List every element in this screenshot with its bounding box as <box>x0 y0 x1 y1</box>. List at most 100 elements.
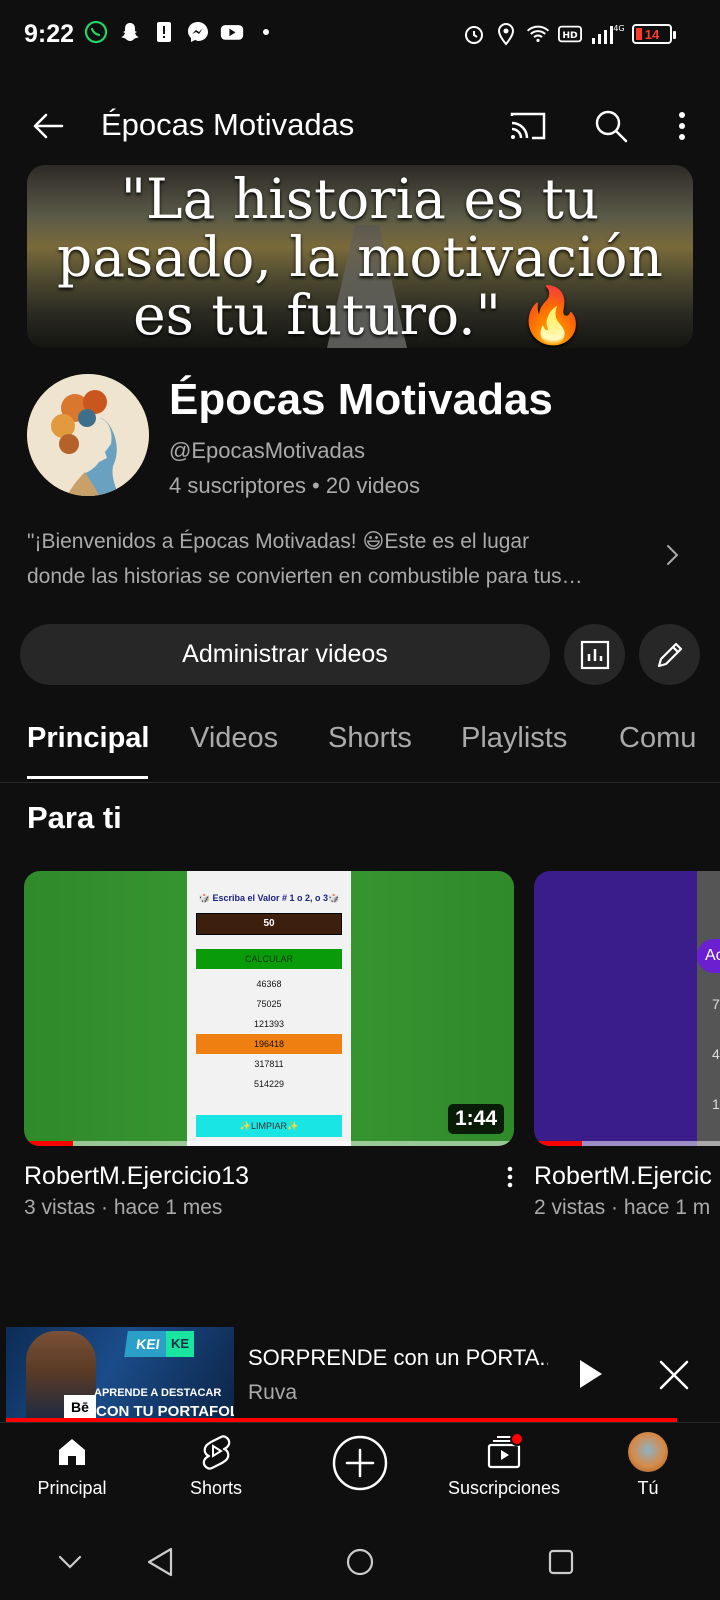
channel-tabs: Principal Videos Shorts Playlists Comu <box>0 700 720 782</box>
thumbnail-digit: 1 <box>712 1096 720 1112</box>
screen-row: 46368 <box>256 979 282 989</box>
nav-label: Shorts <box>189 1478 243 1498</box>
back-arrow-icon[interactable] <box>28 106 68 146</box>
screen-row: 121393 <box>253 1019 285 1029</box>
network-type: 4G <box>613 24 624 33</box>
description-line: donde las historias se convierten en com… <box>27 565 583 588</box>
shorts-icon <box>196 1432 236 1472</box>
bottom-navigation: Principal Shorts Suscripciones Tú <box>0 1424 720 1524</box>
battery-level <box>636 28 642 40</box>
location-icon <box>494 22 518 46</box>
thumbnail-logo: KE <box>166 1331 194 1357</box>
edit-pencil-icon <box>657 642 682 667</box>
collapse-chevron-icon[interactable] <box>50 1542 90 1582</box>
header-title: Épocas Motivadas <box>101 107 355 142</box>
cast-icon[interactable] <box>508 106 548 146</box>
mini-player[interactable]: KEI KE Bē APRENDE A DESTACAR CON TU PORT… <box>0 1325 720 1422</box>
snapchat-icon <box>118 20 142 44</box>
system-navigation-bar <box>0 1524 720 1600</box>
nav-item-you[interactable]: Tú <box>578 1432 718 1499</box>
screen-calc-button: CALCULAR <box>196 949 342 969</box>
status-notification-icons <box>84 20 278 44</box>
alarm-icon <box>462 22 486 46</box>
avatar <box>628 1432 668 1472</box>
video-meta: 2 vistas · hace 1 m <box>534 1196 711 1219</box>
nav-item-home[interactable]: Principal <box>2 1432 142 1499</box>
play-icon[interactable] <box>576 1356 606 1392</box>
screen-row: 317811 <box>254 1059 284 1069</box>
screen-input: 50 <box>196 913 342 935</box>
channel-banner: "La historia es tu pasado, la motivación… <box>27 165 693 348</box>
nav-item-shorts[interactable]: Shorts <box>146 1432 286 1499</box>
tab-playlists[interactable]: Playlists <box>461 722 567 755</box>
channel-name: Épocas Motivadas <box>169 375 553 424</box>
watch-progress <box>534 1141 582 1146</box>
banner-quote: "La historia es tu pasado, la motivación… <box>27 165 693 348</box>
hd-icon: HD <box>558 22 582 46</box>
status-bar: 9:22 HD 4G 14 <box>0 0 720 70</box>
mini-player-thumbnail[interactable]: KEI KE Bē APRENDE A DESTACAR CON TU PORT… <box>6 1327 234 1422</box>
signal-icon: 4G <box>590 22 624 46</box>
recents-square-icon[interactable] <box>541 1542 581 1582</box>
video-title[interactable]: RobertM.Ejercicio13 <box>24 1162 249 1191</box>
watch-progress-track <box>24 1141 514 1146</box>
nav-item-subscriptions[interactable]: Suscripciones <box>434 1432 574 1499</box>
video-thumbnail[interactable]: Ac 7 4 1 <box>534 871 720 1146</box>
channel-description[interactable]: "¡Bienvenidos a Épocas Motivadas! 😃Este … <box>27 524 647 594</box>
svg-text:HD: HD <box>562 30 578 41</box>
behance-logo: Bē <box>64 1395 96 1419</box>
tab-shorts[interactable]: Shorts <box>328 722 412 755</box>
screen-row: 514229 <box>253 1079 285 1089</box>
video-meta: 3 vistas · hace 1 mes <box>24 1196 223 1219</box>
video-thumbnail[interactable]: 🎲 Escriba el Valor # 1 o 2, o 3🎲 50 CALC… <box>24 871 514 1146</box>
status-system-icons: HD 4G 14 <box>462 22 676 46</box>
channel-handle: @EpocasMotivadas <box>169 438 365 463</box>
analytics-icon <box>580 640 609 669</box>
alert-icon <box>152 20 176 44</box>
nav-label: Principal <box>37 1478 107 1498</box>
thumbnail-digit: 4 <box>712 1046 720 1062</box>
channel-avatar[interactable] <box>27 374 149 496</box>
channel-header: Épocas Motivadas <box>0 90 720 160</box>
wifi-icon <box>526 22 550 46</box>
more-vertical-icon[interactable] <box>500 1162 520 1192</box>
status-time: 9:22 <box>24 20 75 48</box>
divider <box>0 1422 720 1423</box>
dot-icon <box>254 20 278 44</box>
watch-progress <box>24 1141 73 1146</box>
home-circle-icon[interactable] <box>340 1542 380 1582</box>
more-vertical-icon[interactable] <box>666 106 698 146</box>
description-line: "¡Bienvenidos a Épocas Motivadas! 😃Este … <box>27 530 530 553</box>
tab-community[interactable]: Comu <box>619 722 696 755</box>
messenger-icon <box>186 20 210 44</box>
battery-icon: 14 <box>632 24 676 44</box>
close-icon[interactable] <box>657 1358 691 1392</box>
screen-row-highlight: 196418 <box>196 1034 342 1054</box>
create-plus-icon <box>331 1434 389 1492</box>
thumbnail-app-screen: 🎲 Escriba el Valor # 1 o 2, o 3🎲 50 CALC… <box>187 871 351 1146</box>
youtube-icon <box>220 20 244 44</box>
tab-principal[interactable]: Principal <box>27 722 150 755</box>
mini-player-channel: Ruva <box>248 1381 298 1404</box>
banner-line: "La historia es tu <box>120 166 600 231</box>
manage-videos-button[interactable]: Administrar videos <box>20 624 550 685</box>
home-icon <box>52 1432 92 1472</box>
video-title[interactable]: RobertM.Ejercic <box>534 1162 712 1191</box>
tab-videos[interactable]: Videos <box>190 722 278 755</box>
nav-item-create[interactable] <box>290 1434 430 1492</box>
notification-dot <box>510 1432 524 1446</box>
whatsapp-icon <box>84 20 108 44</box>
screen-title: 🎲 Escriba el Valor # 1 o 2, o 3🎲 <box>198 893 340 903</box>
screen-row: 75025 <box>256 999 282 1009</box>
thumbnail-logo: KEI <box>124 1331 172 1357</box>
avatar-icon <box>628 1432 668 1472</box>
search-icon[interactable] <box>591 106 631 146</box>
chevron-right-icon[interactable] <box>660 540 684 570</box>
back-triangle-icon[interactable] <box>140 1542 180 1582</box>
edit-channel-button[interactable] <box>639 624 700 685</box>
thumbnail-digit: 7 <box>712 996 720 1012</box>
divider <box>0 782 720 783</box>
analytics-button[interactable] <box>564 624 625 685</box>
mini-player-title[interactable]: SORPRENDE con un PORTA.. <box>248 1345 548 1371</box>
subscriptions-icon <box>484 1432 524 1472</box>
